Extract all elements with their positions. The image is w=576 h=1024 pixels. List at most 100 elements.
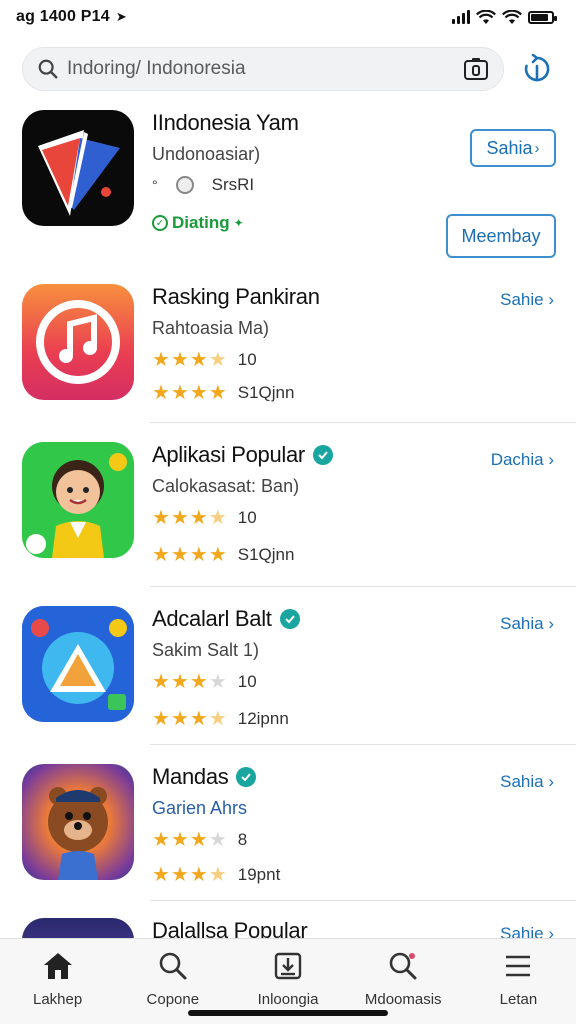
download-icon: [271, 949, 305, 983]
list-item[interactable]: IIndonesia Yam Undonoasiar) ° SrsRI ✓ Di…: [0, 110, 576, 260]
star-rating: ★ ★ ★ ★: [152, 706, 227, 731]
action-label: Sahia: [500, 772, 544, 791]
list-item[interactable]: Adcalarl Balt Sakim Salt 1) ★ ★ ★ ★ 10 ★ ★ ★ ★ 1…: [0, 606, 576, 764]
app-meta-row: ° SrsRI: [152, 175, 554, 195]
app-subtitle: Sakim Salt 1): [152, 640, 260, 660]
app-action-button[interactable]: Sahia ›: [470, 129, 556, 167]
app-action-link[interactable]: Sahie ›: [500, 290, 554, 310]
tab-home[interactable]: Lakhep: [0, 939, 115, 1024]
star-icon: ★: [189, 829, 208, 851]
action-label: Sahia: [500, 614, 544, 633]
verified-badge-icon: [236, 767, 257, 787]
star-icon: ★: [170, 507, 189, 529]
menu-icon: [501, 949, 535, 983]
list-item[interactable]: Aplikasi Popular Calokasasat: Ban) ★ ★ ★ ★ 1…: [0, 442, 576, 606]
cartoon-character-icon: [22, 442, 134, 558]
app-name: Mandas: [152, 764, 554, 790]
play-triangle-icon: [22, 606, 134, 722]
battery-icon: [528, 10, 557, 24]
search-input[interactable]: [67, 58, 459, 80]
downloads-value: S1Qjnn: [237, 382, 295, 402]
status-text: Diating: [172, 213, 230, 232]
downloads-value: S1Qjnn: [237, 544, 295, 564]
app-info: Mandas Garien Ahrs ★ ★ ★ ★ 8 ★ ★ ★ ★ 19pnt: [152, 764, 554, 887]
divider: [150, 422, 576, 423]
star-icon: ★: [152, 671, 170, 693]
star-icon: ★: [152, 829, 170, 851]
status-time-text: ag 1400 P14: [16, 8, 110, 25]
tab-label: Inloongia: [257, 991, 319, 1008]
app-icon-rasking: [22, 284, 134, 400]
chevron-right-icon: ›: [543, 772, 554, 791]
home-indicator: [188, 1010, 388, 1016]
member-label: Meembay: [461, 225, 541, 246]
downloads-value: 19pnt: [237, 864, 281, 884]
app-subtitle: Rahtoasia Ma): [152, 318, 270, 338]
star-icon: ★: [208, 671, 227, 693]
tab-menu[interactable]: Letan: [461, 939, 576, 1024]
search-icon: [156, 949, 190, 983]
rating-value: 10: [237, 349, 257, 369]
star-icon: ★: [208, 544, 227, 566]
search-icon: [386, 949, 420, 983]
app-icon-indonesia-yam: [22, 110, 134, 226]
search-bar[interactable]: [22, 47, 504, 91]
app-subtitle: Calokasasat: Ban): [152, 476, 300, 496]
tab-label: Lakhep: [32, 991, 83, 1008]
star-icon: ★: [208, 507, 227, 529]
star-icon: ★: [152, 507, 170, 529]
rating-row: ★ ★ ★ ★ 10: [152, 505, 554, 530]
music-note-icon: [36, 300, 120, 384]
list-item[interactable]: Mandas Garien Ahrs ★ ★ ★ ★ 8 ★ ★ ★ ★ 19pnt Sahia…: [0, 764, 576, 918]
app-action-link[interactable]: Sahia ›: [500, 614, 554, 634]
rating-value: 10: [237, 507, 257, 527]
app-action-link[interactable]: Sahia ›: [500, 772, 554, 792]
star-icon: ★: [170, 671, 189, 693]
star-icon: ★: [152, 544, 170, 566]
refresh-button[interactable]: [518, 50, 556, 88]
star-icon: ★: [189, 671, 208, 693]
app-name-text: Mandas: [152, 764, 229, 789]
pin-icon: °: [152, 177, 158, 193]
rating-row: ★ ★ ★ ★ 10: [152, 669, 554, 694]
divider: [150, 586, 576, 587]
camera-scan-icon[interactable]: [463, 56, 489, 82]
star-icon: ★: [208, 864, 227, 886]
location-arrow-icon: ➤: [115, 9, 127, 24]
star-icon: ★: [189, 507, 208, 529]
rating-value: 8: [237, 829, 248, 849]
app-subtitle: Garien Ahrs: [152, 798, 248, 818]
shield-logo-icon: [38, 130, 120, 216]
star-small-icon: ✦: [233, 216, 244, 230]
star-icon: ★: [152, 349, 170, 371]
rating-value: 10: [237, 671, 257, 691]
avatar-icon: [175, 176, 194, 194]
star-icon: ★: [189, 382, 208, 404]
chevron-right-icon: ›: [543, 450, 554, 469]
app-name-text: IIndonesia Yam: [152, 110, 299, 135]
wifi-icon-secondary: [502, 9, 522, 24]
cellular-signal-icon: [452, 10, 470, 24]
app-name: Rasking Pankiran: [152, 284, 554, 310]
list-item[interactable]: Rasking Pankiran Rahtoasia Ma) ★ ★ ★ ★ 10 ★ ★…: [0, 284, 576, 442]
app-name-text: Adcalarl Balt: [152, 606, 272, 631]
action-label: Sahia: [486, 137, 533, 158]
chevron-right-icon: ›: [543, 290, 554, 309]
member-button[interactable]: Meembay: [446, 214, 556, 258]
star-icon: ★: [208, 349, 227, 371]
downloads-row: ★ ★ ★ ★ S1Qjnn: [152, 542, 554, 567]
star-icon: ★: [170, 544, 189, 566]
status-icons: [452, 9, 557, 25]
star-icon: ★: [189, 544, 208, 566]
app-action-link[interactable]: Dachia ›: [491, 450, 554, 470]
chevron-right-icon: ›: [543, 614, 554, 633]
app-name-text: Rasking Pankiran: [152, 284, 320, 309]
star-icon: ★: [208, 708, 227, 730]
app-icon-mandas: [22, 764, 134, 880]
star-rating: ★ ★ ★ ★: [152, 505, 227, 530]
star-rating: ★ ★ ★ ★: [152, 380, 227, 405]
star-icon: ★: [189, 349, 208, 371]
app-meta: SrsRI: [211, 175, 255, 194]
wifi-icon: [476, 9, 496, 24]
downloads-row: ★ ★ ★ ★ 12ipnn: [152, 706, 554, 731]
